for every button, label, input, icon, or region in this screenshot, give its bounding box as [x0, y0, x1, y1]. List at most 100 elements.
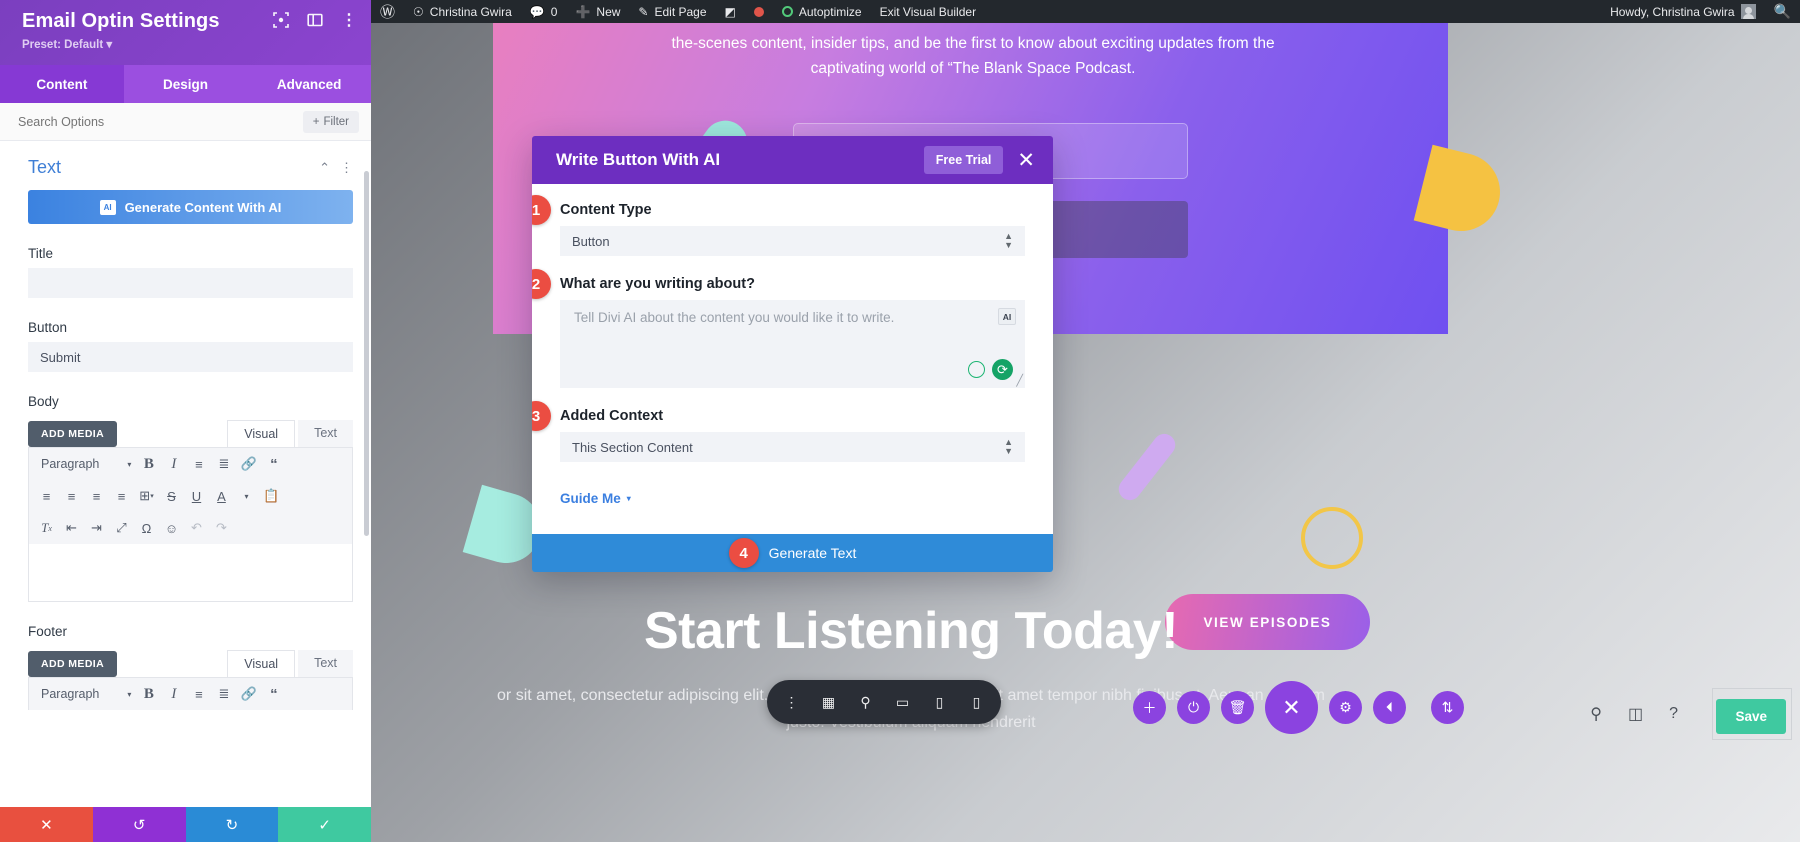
grammarly-check-icon[interactable]	[968, 361, 985, 378]
confirm-button[interactable]: ✓	[278, 807, 371, 842]
settings-gear-icon[interactable]: ⚙	[1329, 691, 1362, 724]
tab-design[interactable]: Design	[123, 65, 248, 103]
close-builder-icon[interactable]: ✕	[1265, 681, 1318, 734]
text-color-caret-icon[interactable]: ▾	[235, 485, 258, 507]
strikethrough-icon[interactable]: S	[160, 485, 183, 507]
panel-more-icon[interactable]: ⋮	[341, 12, 357, 29]
bold-icon[interactable]: B	[137, 453, 160, 475]
history-clock-icon[interactable]: ⏴	[1373, 691, 1406, 724]
resize-handle-icon[interactable]: ╱	[1016, 374, 1023, 387]
collapse-chevron-icon[interactable]: ⌃	[319, 160, 330, 176]
panel-search-row[interactable]: + Filter	[0, 103, 371, 141]
button-field-input[interactable]: Submit	[28, 342, 353, 372]
paragraph-format-select[interactable]: Paragraph ▾	[35, 457, 135, 471]
tablet-view-icon[interactable]: ▯	[921, 684, 958, 721]
sort-icon[interactable]: ⇅	[1431, 691, 1464, 724]
filter-button[interactable]: + Filter	[302, 110, 359, 133]
grammarly-logo-icon[interactable]: ⟳	[992, 359, 1013, 380]
footer-bullet-list-icon[interactable]: ≡	[187, 683, 210, 705]
footer-link-icon[interactable]: 🔗	[237, 683, 260, 705]
save-button[interactable]: Save	[1716, 699, 1786, 734]
footer-italic-icon[interactable]: I	[162, 683, 185, 705]
generate-content-with-ai-button[interactable]: AI Generate Content With AI	[28, 190, 353, 224]
emoji-icon[interactable]: ☺	[160, 517, 183, 539]
body-tab-visual[interactable]: Visual	[227, 420, 296, 447]
footer-bold-icon[interactable]: B	[137, 683, 160, 705]
title-field-input[interactable]	[28, 268, 353, 298]
power-icon[interactable]: ⏻	[1177, 691, 1210, 724]
panel-tabs[interactable]: Content Design Advanced	[0, 65, 371, 103]
panel-scrollbar[interactable]	[364, 171, 369, 536]
link-icon[interactable]: 🔗	[237, 453, 260, 475]
body-editor-area[interactable]	[28, 544, 353, 602]
align-left-icon[interactable]: ≡	[35, 485, 58, 507]
section-more-icon[interactable]: ⋮	[340, 160, 353, 176]
zoom-out-icon[interactable]: ⚲	[847, 684, 884, 721]
footer-add-media-button[interactable]: ADD MEDIA	[28, 651, 118, 677]
close-icon[interactable]: ✕	[1017, 150, 1035, 171]
align-justify-icon[interactable]: ≡	[110, 485, 133, 507]
align-center-icon[interactable]: ≡	[60, 485, 83, 507]
footer-tab-visual[interactable]: Visual	[227, 650, 296, 677]
italic-icon[interactable]: I	[162, 453, 185, 475]
free-trial-button[interactable]: Free Trial	[923, 146, 1004, 174]
undo-button[interactable]: ↺	[92, 807, 186, 842]
footer-editor-toolbar[interactable]: Paragraph ▾ B I ≡ ≣ 🔗 “	[28, 677, 353, 710]
panel-layout-icon[interactable]	[307, 12, 323, 28]
redo-button[interactable]: ↻	[185, 807, 279, 842]
wp-admin-bar[interactable]: Ⓦ ☉ Christina Gwira 💬 0 ➕ New ✎ Edit Pag…	[371, 0, 1800, 23]
generate-text-button[interactable]: 4 Generate Text	[532, 534, 1053, 572]
bullet-list-icon[interactable]: ≡	[187, 453, 210, 475]
trash-icon[interactable]: 🗑	[1221, 691, 1254, 724]
builder-fab-row[interactable]: ＋ ⏻ 🗑 ✕ ⚙ ⏴ ⇅	[1133, 681, 1464, 734]
special-character-icon[interactable]: Ω	[135, 517, 158, 539]
focus-target-icon[interactable]	[273, 12, 289, 28]
builder-toolbar[interactable]: ⋮ ▦ ⚲ ▭ ▯ ▯	[767, 680, 1001, 724]
search-input[interactable]	[18, 114, 303, 129]
exit-visual-builder-item[interactable]: Exit Visual Builder	[871, 0, 986, 23]
indent-icon[interactable]: ⇥	[85, 517, 108, 539]
autoptimize-item[interactable]: Autoptimize	[773, 0, 871, 23]
blockquote-icon[interactable]: “	[262, 453, 285, 475]
clear-formatting-icon[interactable]: Tx	[35, 517, 58, 539]
new-item[interactable]: ➕ New	[566, 0, 629, 23]
panel-footer-actions[interactable]: ✕ ↺ ↻ ✓	[0, 807, 371, 842]
status-dot-icon[interactable]	[745, 0, 773, 23]
body-add-media-button[interactable]: ADD MEDIA	[28, 421, 118, 447]
table-icon[interactable]: ⊞ ▾	[135, 485, 158, 507]
wordpress-logo-icon[interactable]: Ⓦ	[371, 0, 404, 23]
paste-icon[interactable]: 📋	[260, 485, 283, 507]
add-icon[interactable]: ＋	[1133, 691, 1166, 724]
redo-icon[interactable]: ↷	[210, 517, 233, 539]
content-type-select[interactable]: Button ▲ ▼	[560, 226, 1025, 256]
edit-page-item[interactable]: ✎ Edit Page	[629, 0, 715, 23]
outdent-icon[interactable]: ⇤	[60, 517, 83, 539]
layers-icon[interactable]: ◫	[1628, 704, 1643, 724]
phone-view-icon[interactable]: ▯	[958, 684, 995, 721]
panel-header-icons[interactable]: ⋮	[273, 12, 357, 29]
body-editor-toolbar[interactable]: Paragraph ▾ B I ≡ ≣ 🔗 “ ≡ ≡ ≡ ≡ ⊞ ▾ S U …	[28, 447, 353, 544]
undo-icon[interactable]: ↶	[185, 517, 208, 539]
wireframe-icon[interactable]: ▦	[810, 684, 847, 721]
footer-blockquote-icon[interactable]: “	[262, 683, 285, 705]
site-name-item[interactable]: ☉ Christina Gwira	[404, 0, 521, 23]
body-editor-tabs[interactable]: Visual Text	[227, 420, 353, 447]
search-icon[interactable]: ⚲	[1590, 704, 1602, 724]
help-icon[interactable]: ?	[1669, 705, 1678, 723]
panel-preset[interactable]: Preset: Default ▾	[22, 37, 355, 51]
howdy-item[interactable]: Howdy, Christina Gwira	[1601, 0, 1764, 23]
guide-me-toggle[interactable]: Guide Me ▾	[560, 491, 631, 506]
numbered-list-icon[interactable]: ≣	[212, 453, 235, 475]
prompt-textarea[interactable]: Tell Divi AI about the content you would…	[560, 300, 1025, 388]
body-tab-text[interactable]: Text	[298, 420, 353, 447]
builder-right-tools[interactable]: ⚲ ◫ ?	[1590, 704, 1678, 724]
footer-tab-text[interactable]: Text	[298, 650, 353, 677]
footer-numbered-list-icon[interactable]: ≣	[212, 683, 235, 705]
tab-content[interactable]: Content	[0, 65, 124, 103]
underline-icon[interactable]: U	[185, 485, 208, 507]
tab-advanced[interactable]: Advanced	[247, 65, 371, 103]
align-right-icon[interactable]: ≡	[85, 485, 108, 507]
more-options-icon[interactable]: ⋮	[773, 684, 810, 721]
ai-chip-icon[interactable]: AI	[998, 308, 1016, 325]
comments-item[interactable]: 💬 0	[521, 0, 567, 23]
